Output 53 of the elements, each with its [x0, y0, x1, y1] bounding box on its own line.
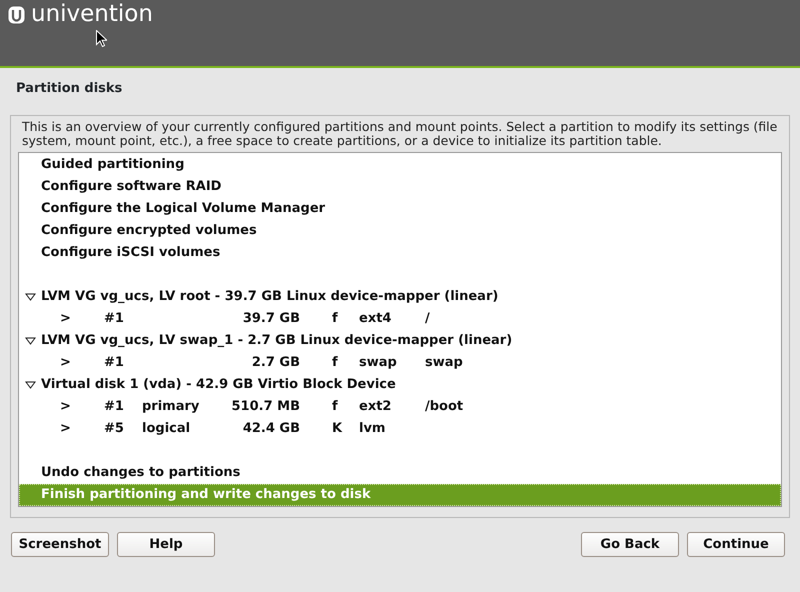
- partition-row[interactable]: > #1 39.7 GB f ext4 /: [19, 308, 781, 330]
- menu-item[interactable]: Undo changes to partitions: [19, 462, 781, 484]
- partition-number: #5: [104, 420, 125, 438]
- arrow-text: >: [60, 398, 72, 416]
- partition-size: 2.7 GB: [250, 354, 300, 372]
- partition-row[interactable]: > #1 2.7 GB f swap swap: [19, 352, 781, 374]
- menu-item[interactable]: Configure the Logical Volume Manager: [19, 198, 781, 220]
- partition-type: primary: [142, 398, 200, 416]
- dialog-button[interactable]: Go Back: [581, 532, 679, 557]
- menu-item[interactable]: Configure encrypted volumes: [19, 220, 781, 242]
- partition-number: #1: [104, 354, 125, 372]
- usage-code: f: [332, 398, 339, 416]
- dialog-button[interactable]: Continue: [687, 532, 785, 557]
- filesystem-text: swap: [359, 354, 398, 372]
- logo-icon: [8, 6, 25, 24]
- partition-row[interactable]: > #5 logical 42.4 GB K lvm: [19, 418, 781, 440]
- filesystem-text: lvm: [359, 420, 386, 438]
- device-label: Virtual disk 1 (vda) - 42.9 GB Virtio Block Device: [41, 376, 396, 394]
- mount-point: swap: [425, 354, 463, 372]
- cursor-icon: [96, 30, 107, 47]
- partition-number: #1: [104, 310, 125, 328]
- device-row[interactable]: LVM VG vg_ucs, LV root - 39.7 GB Linux device-mapper (linear): [19, 286, 781, 308]
- arrow-text: >: [60, 354, 72, 372]
- partition-row[interactable]: > #1 primary 510.7 MB f ext2 /boot: [19, 396, 781, 418]
- filesystem-text: ext2: [359, 398, 392, 416]
- partition-type: logical: [142, 420, 192, 438]
- page-title: Partition disks: [16, 81, 122, 96]
- usage-code: f: [332, 354, 339, 372]
- partition-number: #1: [104, 398, 125, 416]
- partition-size: 510.7 MB: [230, 398, 300, 416]
- expand-icon[interactable]: [24, 381, 36, 389]
- device-label: LVM VG vg_ucs, LV root - 39.7 GB Linux device-mapper (linear): [41, 288, 498, 306]
- device-label: LVM VG vg_ucs, LV swap_1 - 2.7 GB Linux device-mapper (linear): [41, 332, 512, 350]
- filesystem-text: ext4: [359, 310, 392, 328]
- menu-item[interactable]: Configure iSCSI volumes: [19, 242, 781, 264]
- logo-text: univention: [31, 3, 153, 26]
- description-text: This is an overview of your currently configured partitions and mount points. Select a partition to modify its settings (file system, mount point, etc.), a free space to create partitions, or a device to initialize its partition table.: [21, 120, 778, 148]
- menu-item[interactable]: Configure software RAID: [19, 176, 781, 198]
- partition-size: 39.7 GB: [242, 310, 300, 328]
- menu-item[interactable]: Guided partitioning: [19, 154, 781, 176]
- partition-size: 42.4 GB: [242, 420, 300, 438]
- expand-icon[interactable]: [24, 337, 36, 345]
- dialog-button[interactable]: Help: [117, 532, 215, 557]
- device-row[interactable]: Virtual disk 1 (vda) - 42.9 GB Virtio Block Device: [19, 374, 781, 396]
- device-row[interactable]: LVM VG vg_ucs, LV swap_1 - 2.7 GB Linux device-mapper (linear): [19, 330, 781, 352]
- usage-code: f: [332, 310, 339, 328]
- mount-point: /: [425, 310, 430, 328]
- arrow-text: >: [60, 310, 72, 328]
- dialog-button[interactable]: Screenshot: [11, 532, 109, 557]
- expand-icon[interactable]: [24, 293, 36, 301]
- mount-point: /boot: [425, 398, 464, 416]
- arrow-text: >: [60, 420, 72, 438]
- usage-code: K: [332, 420, 344, 438]
